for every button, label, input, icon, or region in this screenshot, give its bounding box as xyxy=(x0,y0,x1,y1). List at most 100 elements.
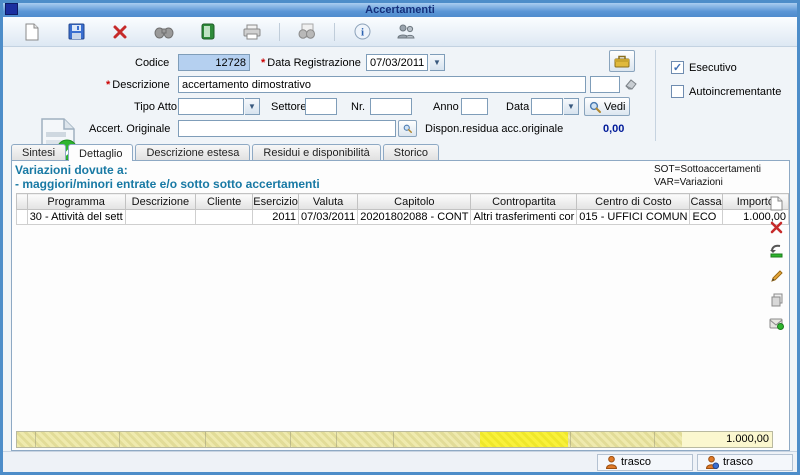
search-icon[interactable] xyxy=(153,21,175,43)
descrizione-input[interactable] xyxy=(178,76,586,93)
user-icon xyxy=(606,456,617,469)
status-user-2: trasco xyxy=(697,454,793,471)
status-bar: trasco trasco xyxy=(3,451,797,472)
vedi-button-label: Vedi xyxy=(604,101,625,113)
status-user-1-label: trasco xyxy=(621,456,651,468)
descrizione-extra-input[interactable] xyxy=(590,76,620,93)
legend-line2: VAR=Variazioni xyxy=(654,176,761,189)
totals-row: 1.000,00 xyxy=(16,431,773,448)
col-valuta[interactable]: Valuta xyxy=(298,194,357,210)
new-document-icon[interactable] xyxy=(21,21,43,43)
esecutivo-checkbox[interactable]: ✓ xyxy=(671,61,684,74)
undo-row-icon[interactable] xyxy=(768,243,785,260)
table-row[interactable]: 30 - Attività del sett 2011 07/03/2011 2… xyxy=(17,210,789,225)
toolbar-separator xyxy=(334,23,335,41)
delete-row-icon[interactable] xyxy=(768,219,785,236)
header-form: Codice *Data Registrazione ▼ *Descrizion… xyxy=(3,48,797,143)
tab-residui-e-disponibilita[interactable]: Residui e disponibilità xyxy=(252,144,380,160)
form-divider xyxy=(655,50,656,141)
nr-label: Nr. xyxy=(351,101,365,113)
vedi-button[interactable]: Vedi xyxy=(584,97,630,116)
col-esercizio[interactable]: Esercizio xyxy=(253,194,299,210)
archive-icon[interactable] xyxy=(197,21,219,43)
tab-storico[interactable]: Storico xyxy=(383,144,439,160)
print-icon[interactable] xyxy=(241,21,263,43)
tab-sintesi[interactable]: Sintesi xyxy=(11,144,66,160)
dettaglio-panel: Variazioni dovute a: - maggiori/minori e… xyxy=(11,160,790,451)
app-icon xyxy=(5,3,18,15)
main-toolbar: i xyxy=(3,17,797,47)
data-registrazione-input[interactable] xyxy=(366,54,428,71)
autoincrementante-label: Autoincrementante xyxy=(689,86,781,98)
variazioni-table: Programma Descrizione Cliente Esercizio … xyxy=(16,193,789,225)
title-bar[interactable]: Accertamenti xyxy=(3,3,797,17)
data-input[interactable] xyxy=(531,98,563,115)
heading-line2: - maggiori/minori entrate e/o sotto sott… xyxy=(15,177,320,191)
settore-input[interactable] xyxy=(305,98,337,115)
tipo-atto-input[interactable] xyxy=(178,98,244,115)
status-user-1: trasco xyxy=(597,454,693,471)
cell-centro-di-costo[interactable]: 015 - UFFICI COMUN xyxy=(577,210,690,225)
col-centro-di-costo[interactable]: Centro di Costo xyxy=(577,194,690,210)
briefcase-button[interactable] xyxy=(609,50,635,72)
data-registrazione-dropdown[interactable]: ▼ xyxy=(430,54,445,71)
col-cliente[interactable]: Cliente xyxy=(196,194,253,210)
accert-originale-input[interactable] xyxy=(178,120,396,137)
cell-programma[interactable]: 30 - Attività del sett xyxy=(27,210,125,225)
tab-bar: Sintesi Dettaglio Descrizione estesa Res… xyxy=(11,144,439,161)
users-icon[interactable] xyxy=(395,21,417,43)
cell-descrizione[interactable] xyxy=(125,210,196,225)
tipo-atto-dropdown[interactable]: ▼ xyxy=(245,98,260,115)
col-capitolo[interactable]: Capitolo xyxy=(358,194,471,210)
tab-descrizione-estesa[interactable]: Descrizione estesa xyxy=(135,144,250,160)
codice-input[interactable] xyxy=(178,54,250,71)
col-programma[interactable]: Programma xyxy=(27,194,125,210)
anno-input[interactable] xyxy=(461,98,488,115)
settore-label: Settore xyxy=(271,101,306,113)
edit-row-icon[interactable] xyxy=(768,267,785,284)
col-descrizione[interactable]: Descrizione xyxy=(125,194,196,210)
esecutivo-label: Esecutivo xyxy=(689,62,737,74)
toolbar-separator xyxy=(279,23,280,41)
cell-selector xyxy=(17,210,28,225)
mail-row-icon[interactable] xyxy=(768,315,785,332)
col-contropartita[interactable]: Contropartita xyxy=(471,194,577,210)
save-icon[interactable] xyxy=(65,21,87,43)
esecutivo-row: ✓ Esecutivo xyxy=(671,61,737,74)
check-mark: ✓ xyxy=(673,61,682,74)
data-registrazione-label: *Data Registrazione xyxy=(261,57,361,69)
data-label: Data xyxy=(506,101,529,113)
row-actions-strip xyxy=(767,195,786,332)
user-lock-icon xyxy=(706,456,719,469)
svg-text:i: i xyxy=(360,27,363,39)
codice-label: Codice xyxy=(135,57,169,69)
cell-cliente[interactable] xyxy=(196,210,253,225)
info-icon[interactable]: i xyxy=(351,21,373,43)
descrizione-label: *Descrizione xyxy=(106,79,170,91)
col-cassa[interactable]: Cassa xyxy=(690,194,722,210)
tab-dettaglio[interactable]: Dettaglio xyxy=(68,144,133,161)
magnifier-icon xyxy=(589,101,601,113)
nr-input[interactable] xyxy=(370,98,412,115)
variazioni-heading: Variazioni dovute a: - maggiori/minori e… xyxy=(15,163,320,191)
data-dropdown[interactable]: ▼ xyxy=(564,98,579,115)
search-documents-icon[interactable] xyxy=(296,21,318,43)
dispon-residua-label: Dispon.residua acc.originale xyxy=(425,123,563,135)
anno-label: Anno xyxy=(433,101,459,113)
required-marker: * xyxy=(106,79,110,91)
accert-originale-search-button[interactable] xyxy=(398,120,417,137)
cell-valuta[interactable]: 07/03/2011 xyxy=(298,210,357,225)
required-marker: * xyxy=(261,57,265,69)
magnifier-icon xyxy=(403,123,412,134)
window-title: Accertamenti xyxy=(365,4,435,16)
copy-row-icon[interactable] xyxy=(768,291,785,308)
delete-icon[interactable] xyxy=(109,21,131,43)
accert-originale-label: Accert. Originale xyxy=(89,123,170,135)
cell-capitolo[interactable]: 20201802088 - CONT xyxy=(358,210,471,225)
autoincrementante-checkbox[interactable]: ✓ xyxy=(671,85,684,98)
cell-esercizio[interactable]: 2011 xyxy=(253,210,299,225)
cell-cassa[interactable]: ECO xyxy=(690,210,722,225)
eraser-icon[interactable] xyxy=(624,78,637,90)
add-row-icon[interactable] xyxy=(768,195,785,212)
cell-contropartita[interactable]: Altri trasferimenti cor xyxy=(471,210,577,225)
